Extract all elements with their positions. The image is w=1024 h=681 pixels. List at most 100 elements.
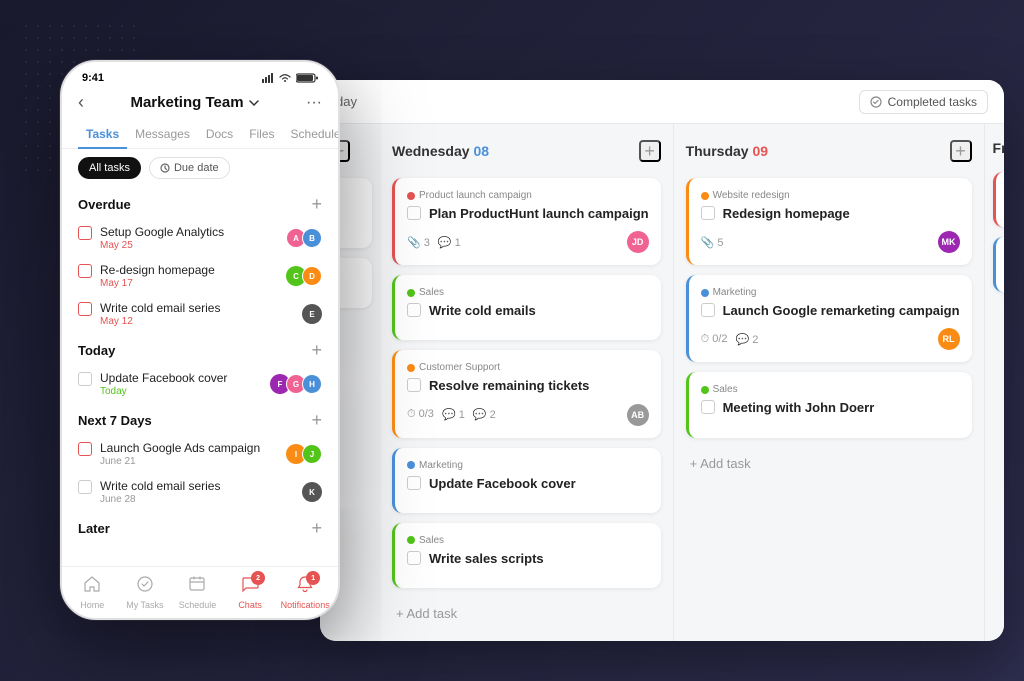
stat-progress: ⏱ 0/3 (407, 408, 434, 421)
task-item[interactable]: Setup Google Analytics May 25 A B (78, 219, 322, 257)
status-icons (262, 73, 318, 83)
bottom-nav-chats[interactable]: 2 Chats (228, 575, 272, 610)
tab-messages[interactable]: Messages (127, 121, 198, 149)
chevron-down-icon (248, 97, 260, 109)
task-checkbox[interactable] (78, 442, 92, 456)
kanban-card[interactable]: Marketing Launch Google remarketing camp… (686, 275, 972, 362)
tab-schedule[interactable]: Schedule (283, 121, 340, 149)
tab-files[interactable]: Files (241, 121, 282, 149)
add-task-label: + Add task (690, 456, 751, 471)
section-add-next7[interactable]: + (311, 411, 322, 429)
task-item[interactable]: Re-design homepage May 17 C D (78, 257, 322, 295)
mytasks-icon (136, 575, 154, 598)
task-list: Overdue + Setup Google Analytics May 25 … (62, 187, 338, 537)
tag-dot (407, 461, 415, 469)
card-meta: ⏱ 0/3 💬 1 💬 2 AB (407, 404, 649, 426)
task-avatars: I J (286, 444, 322, 464)
tag-label: Customer Support (419, 362, 500, 373)
phone-nav-tabs: Tasks Messages Docs Files Schedule (62, 121, 338, 149)
card-checkbox-row: Redesign homepage (701, 205, 960, 223)
card-checkbox[interactable] (701, 206, 715, 220)
card-checkbox[interactable] (407, 378, 421, 392)
bottom-nav-home[interactable]: Home (70, 575, 114, 610)
filter-bar: All tasks Due date (62, 149, 338, 187)
back-button[interactable]: ‹ (78, 92, 84, 113)
col-add-wednesday[interactable]: + (639, 140, 661, 162)
task-left: Launch Google Ads campaign June 21 (78, 441, 260, 467)
col-header-friday: Fr (993, 136, 1004, 160)
section-next7-title: Next 7 Days (78, 413, 152, 428)
card-checkbox[interactable] (407, 206, 421, 220)
col-add-thursday[interactable]: + (950, 140, 972, 162)
section-today-title: Today (78, 343, 115, 358)
card-checkbox[interactable] (407, 476, 421, 490)
card-title: Write sales scripts (429, 550, 544, 568)
card-title: Redesign homepage (723, 205, 850, 223)
stat-comment2: 💬 2 (473, 408, 496, 421)
kanban-card[interactable]: Sales Write sales scripts (392, 523, 661, 588)
task-checkbox[interactable] (78, 226, 92, 240)
bottom-nav-mytasks[interactable]: My Tasks (123, 575, 167, 610)
kanban-board: + Wednesday 08 + Product launch campaign (320, 124, 1004, 641)
status-time: 9:41 (82, 72, 104, 84)
completed-tasks-button[interactable]: Completed tasks (859, 90, 988, 114)
card-checkbox[interactable] (701, 303, 715, 317)
card-tag: Sales (407, 535, 649, 546)
chats-label: Chats (238, 600, 262, 610)
task-item[interactable]: Write cold email series June 28 K (78, 473, 322, 511)
kanban-card[interactable]: Sales Meeting with John Doerr (686, 372, 972, 437)
task-item[interactable]: Update Facebook cover Today F G H (78, 365, 322, 403)
card-checkbox[interactable] (407, 303, 421, 317)
section-overdue-title: Overdue (78, 197, 131, 212)
chats-icon: 2 (241, 575, 259, 598)
phone-wrapper: 9:41 (60, 60, 340, 631)
kanban-card[interactable]: Marketing Update Facebook cover (392, 448, 661, 513)
add-task-wednesday[interactable]: + Add task (392, 598, 661, 629)
card-checkbox[interactable] (407, 551, 421, 565)
stat-comment: 💬 1 (438, 236, 461, 249)
battery-icon (296, 73, 318, 83)
friday-add[interactable]: + (993, 302, 1004, 323)
card-stats: 📎 3 💬 1 (407, 236, 461, 249)
task-item[interactable]: Write cold email series May 12 E (78, 295, 322, 333)
kanban-col-wednesday: Wednesday 08 + Product launch campaign P… (380, 124, 674, 641)
avatar: K (302, 482, 322, 502)
task-checkbox[interactable] (78, 302, 92, 316)
add-task-thursday[interactable]: + Add task (686, 448, 972, 479)
bottom-nav-schedule[interactable]: Schedule (175, 575, 219, 610)
card-title: Write cold emails (429, 302, 536, 320)
task-name: Setup Google Analytics (100, 225, 224, 239)
kanban-card[interactable]: Product launch campaign Plan ProductHunt… (392, 178, 661, 265)
kanban-card[interactable]: Website redesign Redesign homepage 📎 5 M… (686, 178, 972, 265)
section-next7-header: Next 7 Days + (78, 411, 322, 429)
notifications-badge: 1 (306, 571, 320, 585)
tab-tasks[interactable]: Tasks (78, 121, 127, 149)
filter-due-date[interactable]: Due date (149, 157, 230, 179)
card-checkbox[interactable] (701, 400, 715, 414)
kanban-card[interactable]: Sales Write cold emails (392, 275, 661, 340)
section-add-today[interactable]: + (311, 341, 322, 359)
add-task-label: + Add task (396, 606, 457, 621)
task-checkbox[interactable] (78, 264, 92, 278)
filter-all-tasks[interactable]: All tasks (78, 157, 141, 179)
tag-dot (407, 364, 415, 372)
task-left: Write cold email series May 12 (78, 301, 220, 327)
tag-dot (701, 289, 709, 297)
tab-docs[interactable]: Docs (198, 121, 241, 149)
card-checkbox-row: Update Facebook cover (407, 475, 649, 493)
kanban-card[interactable]: Customer Support Resolve remaining ticke… (392, 350, 661, 437)
avatar: RL (938, 328, 960, 350)
card-meta: ⏱ 0/2 💬 2 RL (701, 328, 960, 350)
bottom-nav: Home My Tasks Schedule (62, 566, 338, 618)
section-add-overdue[interactable]: + (311, 195, 322, 213)
task-left: Setup Google Analytics May 25 (78, 225, 224, 251)
menu-button[interactable]: ··· (306, 94, 322, 112)
task-checkbox[interactable] (78, 372, 92, 386)
section-add-later[interactable]: + (311, 519, 322, 537)
avatar: E (302, 304, 322, 324)
card-checkbox-row: Launch Google remarketing campaign (701, 302, 960, 320)
bottom-nav-notifications[interactable]: 1 Notifications (281, 575, 330, 610)
task-info: Update Facebook cover Today (100, 371, 227, 397)
task-item[interactable]: Launch Google Ads campaign June 21 I J (78, 435, 322, 473)
task-checkbox[interactable] (78, 480, 92, 494)
